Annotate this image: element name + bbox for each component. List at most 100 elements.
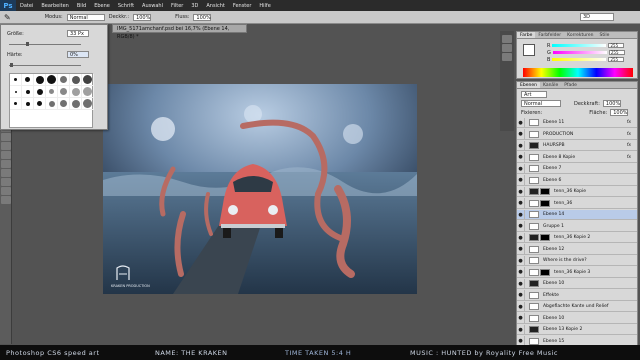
tab-stile[interactable]: Stile	[597, 32, 613, 38]
brush-tip[interactable]	[34, 86, 46, 98]
brush-tip[interactable]	[58, 98, 70, 110]
visibility-eye-icon[interactable]: ●	[517, 140, 525, 151]
visibility-eye-icon[interactable]: ●	[517, 244, 525, 254]
visibility-eye-icon[interactable]: ●	[517, 278, 525, 289]
color-spectrum[interactable]	[523, 68, 633, 77]
brush-tip[interactable]	[46, 86, 58, 98]
brush-tip[interactable]	[46, 98, 58, 110]
visibility-eye-icon[interactable]: ●	[517, 255, 525, 266]
brush-tip[interactable]	[22, 74, 34, 86]
visibility-eye-icon[interactable]: ●	[517, 209, 525, 220]
menu-schrift[interactable]: Schrift	[114, 3, 138, 9]
menu-hilfe[interactable]: Hilfe	[255, 3, 274, 9]
hand-tool-icon[interactable]	[0, 187, 11, 195]
visibility-eye-icon[interactable]: ●	[517, 163, 525, 174]
layer-row[interactable]: ● Where is the drive?	[517, 255, 637, 266]
brush-tip[interactable]	[34, 74, 46, 86]
red-slider[interactable]	[552, 44, 607, 47]
layer-row[interactable]: ● Ebene 10	[517, 313, 637, 324]
size-slider-handle[interactable]	[26, 42, 29, 46]
tab-kanaele[interactable]: Kanäle	[540, 82, 561, 88]
layer-row[interactable]: ● Ebene 11 fx	[517, 117, 637, 128]
tab-pfade[interactable]: Pfade	[561, 82, 580, 88]
layer-row[interactable]: ● HAURSPB fx	[517, 140, 637, 151]
workspace-select[interactable]: 3D	[580, 13, 614, 21]
blue-slider[interactable]	[552, 58, 607, 61]
tab-ebenen[interactable]: Ebenen	[517, 82, 540, 88]
layer-row[interactable]: ● tenn_36	[517, 198, 637, 209]
document-tab[interactable]: IMG_5171amchanf.psd bei 16,7% (Ebene 14,…	[112, 24, 247, 40]
layer-mask-thumbnail[interactable]	[540, 268, 550, 276]
layer-row[interactable]: ● Ebene 8 Kopie fx	[517, 152, 637, 163]
brush-tip[interactable]	[10, 98, 22, 110]
brush-tip[interactable]	[34, 98, 46, 110]
green-field[interactable]: 255	[608, 50, 625, 55]
layer-mask-thumbnail[interactable]	[540, 199, 550, 207]
layer-row[interactable]: ● PRODUCTION fx	[517, 129, 637, 140]
visibility-eye-icon[interactable]: ●	[517, 221, 525, 231]
brush-tip[interactable]	[82, 98, 94, 110]
visibility-eye-icon[interactable]: ●	[517, 290, 525, 300]
tab-korrekturen[interactable]: Korrekturen	[564, 32, 596, 38]
layer-row[interactable]: ● Effekte	[517, 290, 637, 301]
visibility-eye-icon[interactable]: ●	[517, 186, 525, 197]
layer-row[interactable]: ● Ebene 14	[517, 209, 637, 220]
blend-mode-select[interactable]: Normal	[521, 100, 561, 107]
visibility-eye-icon[interactable]: ●	[517, 129, 525, 139]
layer-effects-icon[interactable]: fx	[627, 155, 631, 160]
visibility-eye-icon[interactable]: ●	[517, 267, 525, 277]
history-panel-icon[interactable]	[502, 35, 512, 43]
menu-ebene[interactable]: Ebene	[90, 3, 114, 9]
visibility-eye-icon[interactable]: ●	[517, 313, 525, 323]
layer-row[interactable]: ● Abgeflachte Kante und Relief	[517, 301, 637, 312]
hardness-field[interactable]: 0%	[67, 51, 89, 58]
layer-effects-icon[interactable]: fx	[627, 120, 631, 125]
brush-tip[interactable]	[58, 86, 70, 98]
menu-bearbeiten[interactable]: Bearbeiten	[37, 3, 72, 9]
brush-tip[interactable]	[10, 74, 22, 86]
kind-select[interactable]: Art	[521, 91, 547, 98]
hardness-slider-handle[interactable]	[10, 63, 13, 67]
layer-row[interactable]: ● Ebene 13 Kopie 2	[517, 324, 637, 335]
green-slider[interactable]	[552, 51, 607, 54]
red-field[interactable]: 255	[608, 43, 625, 48]
brush-tip[interactable]	[46, 74, 58, 86]
dodge-tool-icon[interactable]	[0, 142, 11, 150]
brush-tip[interactable]	[22, 98, 34, 110]
fill-field[interactable]: 100%	[610, 109, 629, 116]
mode-select[interactable]: Normal	[66, 13, 105, 21]
blue-field[interactable]: 255	[608, 57, 625, 62]
foreground-swatch[interactable]	[523, 44, 535, 56]
menu-3d[interactable]: 3D	[187, 3, 202, 9]
menu-datei[interactable]: Datei	[16, 3, 37, 9]
layer-row[interactable]: ● tenn_36 Kopie	[517, 186, 637, 197]
flow-field[interactable]: 100%	[193, 13, 212, 21]
layer-row[interactable]: ● Ebene 12	[517, 244, 637, 255]
layer-row[interactable]: ● Ebene 6	[517, 175, 637, 186]
layer-row[interactable]: ● tenn_36 Kopie 3	[517, 267, 637, 278]
properties-panel-icon[interactable]	[502, 44, 512, 52]
zoom-tool-icon[interactable]	[0, 196, 11, 204]
layer-row[interactable]: ● tenn_36 Kopie 2	[517, 232, 637, 243]
brush-panel-icon[interactable]	[502, 53, 512, 61]
brush-tip[interactable]	[82, 86, 94, 98]
menu-bild[interactable]: Bild	[73, 3, 90, 9]
visibility-eye-icon[interactable]: ●	[517, 152, 525, 162]
opacity-field[interactable]: 100%	[133, 13, 152, 21]
layer-row[interactable]: ● Ebene 7	[517, 163, 637, 174]
shape-tool-icon[interactable]	[0, 178, 11, 186]
visibility-eye-icon[interactable]: ●	[517, 232, 525, 243]
brush-tip[interactable]	[70, 98, 82, 110]
document-canvas[interactable]: KRAKEN PRODUCTION	[103, 84, 417, 294]
menu-auswahl[interactable]: Auswahl	[138, 3, 167, 9]
brush-tip[interactable]	[70, 86, 82, 98]
tab-farbfelder[interactable]: Farbfelder	[535, 32, 564, 38]
menu-fenster[interactable]: Fenster	[229, 3, 256, 9]
size-field[interactable]: 33 Px	[67, 30, 89, 37]
brush-tip-grid[interactable]	[9, 73, 94, 128]
layer-mask-thumbnail[interactable]	[540, 234, 550, 241]
hardness-slider[interactable]	[9, 65, 81, 66]
brush-tip[interactable]	[22, 86, 34, 98]
visibility-eye-icon[interactable]: ●	[517, 175, 525, 185]
pen-tool-icon[interactable]	[0, 151, 11, 159]
